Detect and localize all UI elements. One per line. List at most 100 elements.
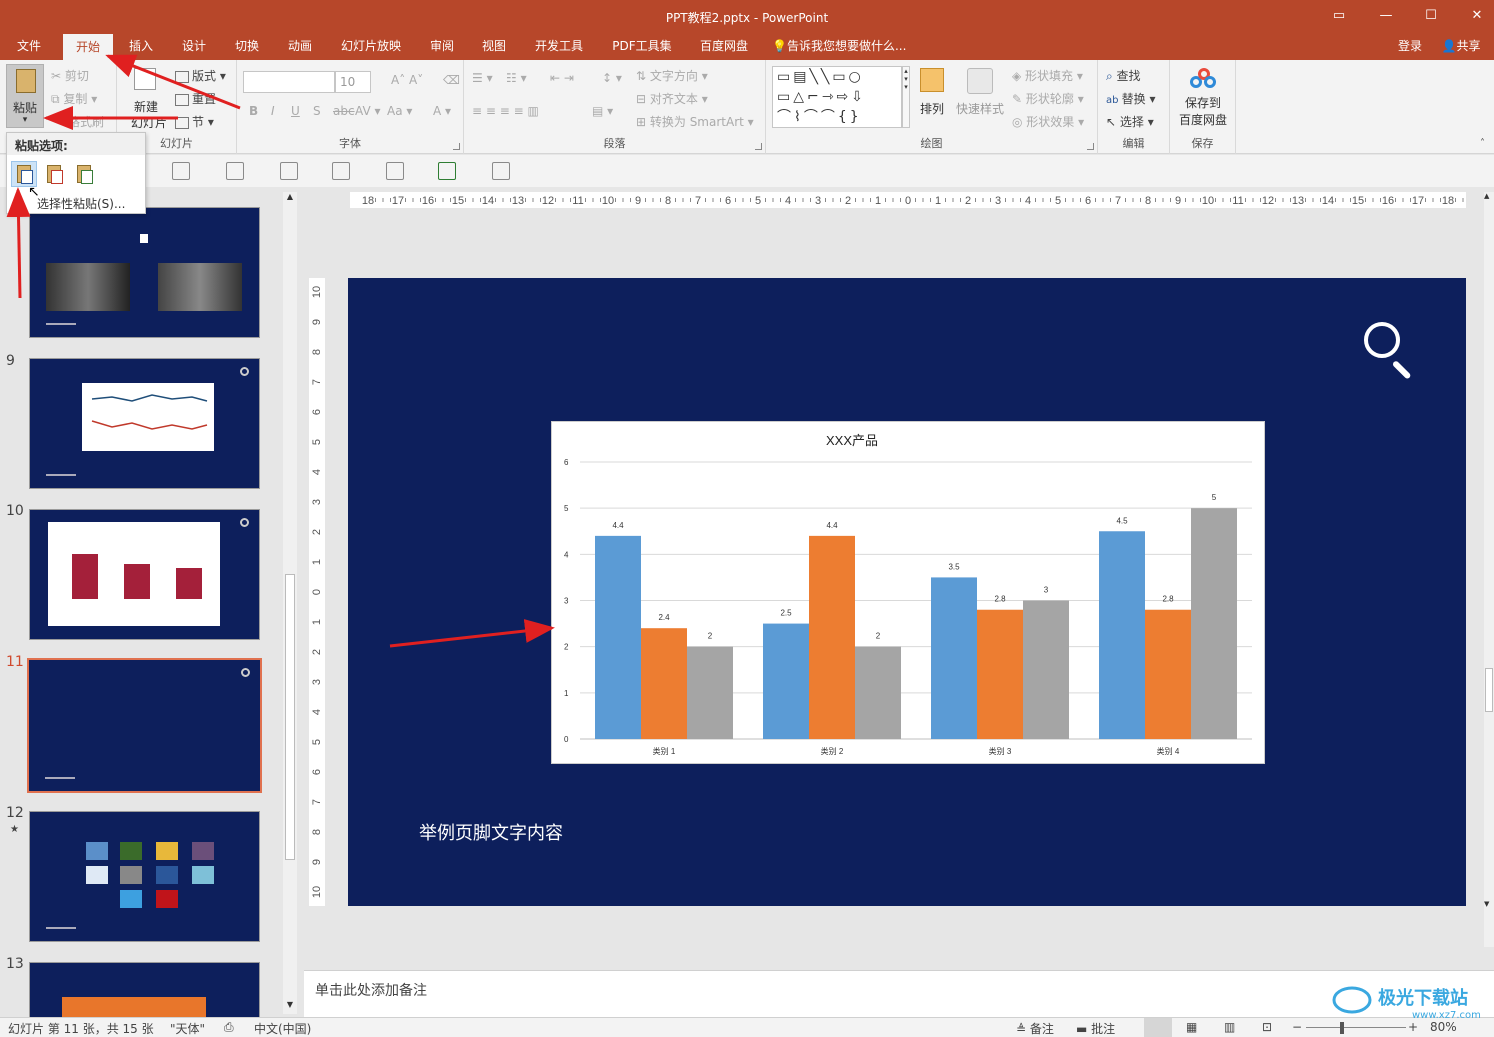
- indent-icons[interactable]: ⇤ ⇥: [550, 71, 574, 85]
- font-color-icon[interactable]: A ▾: [433, 104, 451, 118]
- arrange-button[interactable]: 排列: [918, 68, 946, 126]
- columns-icon[interactable]: ▤ ▾: [592, 104, 613, 118]
- font-dialog-launcher[interactable]: [453, 143, 460, 150]
- qat-icon-2[interactable]: [226, 162, 244, 180]
- tab-design[interactable]: 设计: [171, 34, 217, 60]
- scroll-down-icon[interactable]: ▼: [283, 1000, 297, 1014]
- qat-icon-7[interactable]: [492, 162, 510, 180]
- close-button[interactable]: ✕: [1466, 6, 1488, 26]
- slide-thumbnail-13[interactable]: [29, 962, 260, 1017]
- bullets-icon[interactable]: ☰ ▾: [472, 71, 493, 85]
- tab-home[interactable]: 开始: [63, 34, 113, 60]
- shape-outline-button[interactable]: ✎ 形状轮廓 ▾: [1012, 90, 1084, 107]
- scroll-up-icon[interactable]: ▲: [283, 192, 297, 206]
- section-button[interactable]: 节 ▾: [175, 113, 214, 130]
- maximize-button[interactable]: ☐: [1420, 6, 1442, 26]
- shapes-gallery[interactable]: ▭▤╲╲▭○ ▭△⌐⇾⇨⇩ ⌒⌇⌒⌒{}: [772, 66, 902, 128]
- char-spacing-icon[interactable]: AV ▾: [355, 104, 381, 118]
- layout-button[interactable]: 版式 ▾: [175, 67, 226, 84]
- underline-icon[interactable]: U: [291, 104, 300, 118]
- text-direction-button[interactable]: ⇅ 文字方向 ▾: [636, 67, 708, 84]
- tab-pdf-tools[interactable]: PDF工具集: [604, 34, 680, 60]
- ribbon-display-options-icon[interactable]: ▭: [1328, 6, 1350, 26]
- replace-button[interactable]: ab 替换 ▾: [1106, 90, 1156, 107]
- zoom-level[interactable]: 80%: [1430, 1020, 1457, 1034]
- paragraph-dialog-launcher[interactable]: [755, 143, 762, 150]
- slide-footer-text[interactable]: 举例页脚文字内容: [419, 819, 563, 845]
- tab-review[interactable]: 审阅: [419, 34, 465, 60]
- scroll-down-icon[interactable]: ▼: [1484, 900, 1489, 908]
- slide-sorter-icon[interactable]: ▦: [1186, 1020, 1197, 1034]
- shape-fill-button[interactable]: ◈ 形状填充 ▾: [1012, 67, 1083, 84]
- clear-format-icon[interactable]: ⌫: [443, 73, 460, 87]
- tab-slideshow[interactable]: 幻灯片放映: [333, 34, 409, 60]
- login-link[interactable]: 登录: [1390, 34, 1430, 60]
- scroll-up-icon[interactable]: ▲: [1484, 192, 1489, 200]
- theme-name[interactable]: "天体": [170, 1020, 205, 1037]
- paste-keep-source-format-button[interactable]: [41, 161, 67, 187]
- qat-icon-1[interactable]: [172, 162, 190, 180]
- align-icons[interactable]: ≡ ≡ ≡ ≡ ▥: [472, 104, 539, 118]
- zoom-out-icon[interactable]: −: [1292, 1020, 1302, 1034]
- scroll-thumb[interactable]: [1485, 668, 1493, 712]
- cut-button[interactable]: ✂ 剪切: [51, 67, 89, 84]
- shadow-icon[interactable]: S: [313, 104, 321, 118]
- scroll-thumb[interactable]: [285, 574, 295, 860]
- zoom-slider-thumb[interactable]: [1340, 1022, 1344, 1034]
- paste-special-item[interactable]: 选择性粘贴(S)...: [37, 195, 125, 212]
- line-spacing-icon[interactable]: ↕ ▾: [602, 71, 622, 85]
- tab-transitions[interactable]: 切换: [224, 34, 270, 60]
- slide-thumbnail-8[interactable]: [29, 207, 260, 338]
- slide-thumbnail-11[interactable]: [27, 658, 262, 793]
- strikethrough-icon[interactable]: abc: [333, 104, 355, 118]
- zoom-slider[interactable]: [1306, 1027, 1406, 1028]
- comments-toggle[interactable]: ▬ 批注: [1076, 1020, 1115, 1037]
- quick-styles-button[interactable]: 快速样式: [954, 68, 1006, 126]
- font-size-input[interactable]: 10: [335, 71, 371, 93]
- change-case-icon[interactable]: Aa ▾: [387, 104, 412, 118]
- slide-thumbnail-9[interactable]: [29, 358, 260, 489]
- paste-as-picture-button[interactable]: [71, 161, 97, 187]
- zoom-in-icon[interactable]: +: [1408, 1020, 1418, 1034]
- slide-thumbnail-12[interactable]: [29, 811, 260, 942]
- smartart-button[interactable]: ⊞ 转换为 SmartArt ▾: [636, 113, 754, 130]
- font-name-input[interactable]: [243, 71, 335, 93]
- reading-view-icon[interactable]: ▥: [1224, 1020, 1235, 1034]
- tell-me-box[interactable]: 💡告诉我您想要做什么...: [772, 34, 918, 60]
- qat-icon-5[interactable]: [386, 162, 404, 180]
- tab-animations[interactable]: 动画: [277, 34, 323, 60]
- editor-scrollbar[interactable]: ▲ ▼: [1484, 192, 1494, 947]
- normal-view-button[interactable]: [1144, 1018, 1172, 1037]
- reset-button[interactable]: 重置: [175, 90, 216, 107]
- slideshow-icon[interactable]: ⊡: [1262, 1020, 1272, 1034]
- tab-view[interactable]: 视图: [471, 34, 517, 60]
- share-button[interactable]: 👤共享: [1436, 34, 1486, 60]
- save-to-baidu-button[interactable]: 保存到 百度网盘: [1176, 68, 1230, 130]
- shapes-scroll-icon[interactable]: ▴ ▾ ▾: [902, 66, 910, 128]
- grow-font-icon[interactable]: A˄ A˅: [391, 73, 423, 87]
- align-text-button[interactable]: ⊟ 对齐文本 ▾: [636, 90, 708, 107]
- collapse-ribbon-icon[interactable]: ˄: [1480, 138, 1485, 149]
- spell-check-icon[interactable]: ⎙: [224, 1020, 234, 1035]
- shape-effects-button[interactable]: ◎ 形状效果 ▾: [1012, 113, 1084, 130]
- thumbnail-scrollbar[interactable]: ▲ ▼: [283, 192, 297, 1014]
- paste-button[interactable]: 粘贴 ▾: [6, 64, 44, 128]
- drawing-dialog-launcher[interactable]: [1087, 143, 1094, 150]
- qat-icon-6[interactable]: [438, 162, 456, 180]
- numbering-icon[interactable]: ☷ ▾: [506, 71, 527, 85]
- bar-chart[interactable]: XXX产品 0 1 2 3 4 5 6 类别 1 4.4 2.4 2 类别 2 2.5 4.4 2 类别 3 3…: [551, 421, 1265, 764]
- tab-insert[interactable]: 插入: [118, 34, 164, 60]
- italic-icon[interactable]: I: [271, 104, 275, 118]
- tab-file[interactable]: 文件: [6, 34, 52, 60]
- tab-baidu-netdisk[interactable]: 百度网盘: [690, 34, 758, 60]
- copy-button[interactable]: ⧉ 复制 ▾: [51, 90, 97, 107]
- minimize-button[interactable]: —: [1375, 6, 1397, 26]
- bold-icon[interactable]: B: [249, 104, 258, 118]
- qat-icon-4[interactable]: [332, 162, 350, 180]
- select-button[interactable]: ↖ 选择 ▾: [1106, 113, 1154, 130]
- language[interactable]: 中文(中国): [254, 1020, 311, 1037]
- notes-toggle[interactable]: ≜ 备注: [1016, 1020, 1054, 1037]
- notes-pane[interactable]: 单击此处添加备注: [304, 970, 1494, 1017]
- slide-thumbnail-10[interactable]: [29, 509, 260, 640]
- qat-icon-3[interactable]: [280, 162, 298, 180]
